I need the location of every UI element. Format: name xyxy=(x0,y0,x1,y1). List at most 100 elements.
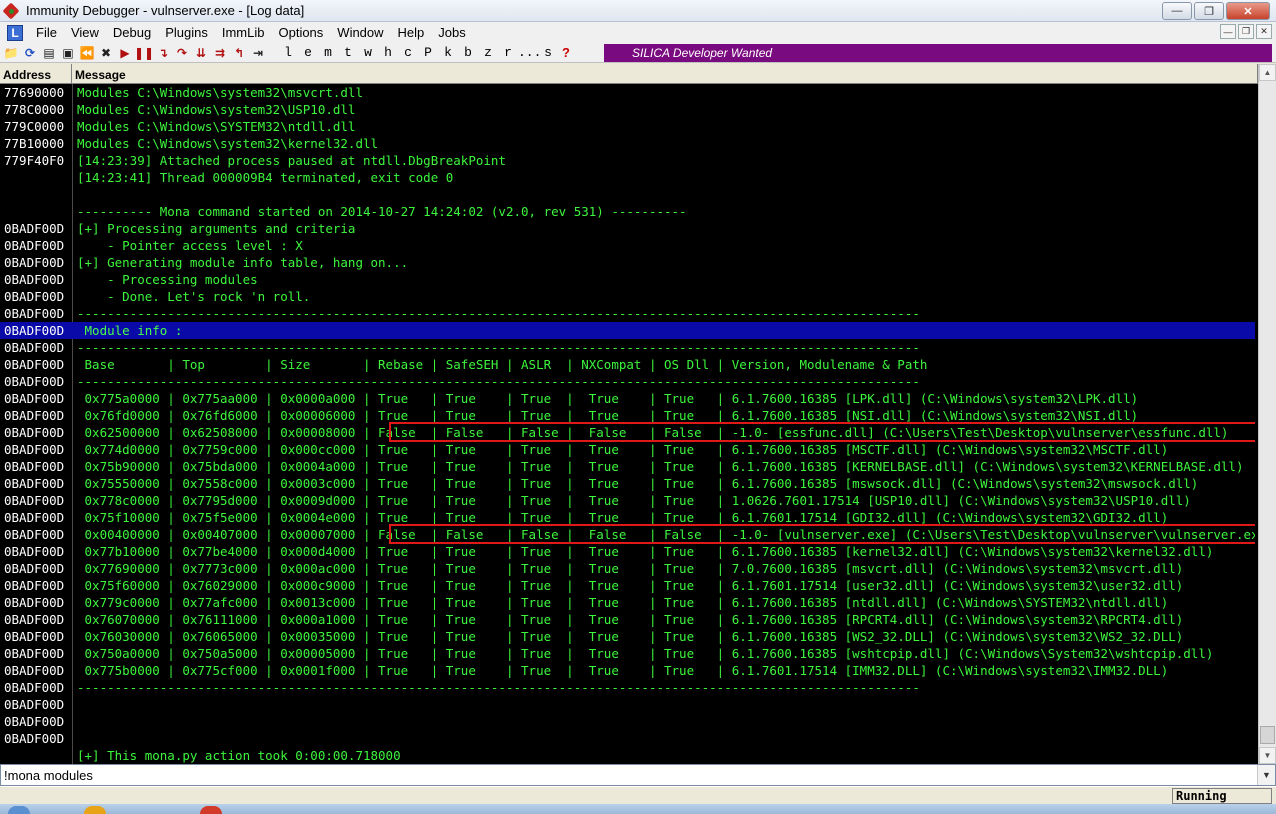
command-input[interactable] xyxy=(1,765,1257,785)
log-row-message: ----------------------------------------… xyxy=(77,340,920,355)
log-row[interactable]: 0BADF00D 0x75550000 | 0x7558c000 | 0x000… xyxy=(0,475,1255,492)
mdi-restore-button[interactable]: ❐ xyxy=(1238,24,1254,39)
step-into-icon[interactable]: ↴ xyxy=(155,45,171,61)
log-row[interactable]: 0BADF00D 0x775b0000 | 0x775cf000 | 0x000… xyxy=(0,662,1255,679)
scroll-down-icon[interactable]: ▼ xyxy=(1259,747,1276,764)
log-row[interactable]: 779F40F0 [14:23:39] Attached process paus… xyxy=(0,152,1255,169)
log-row-selected[interactable]: 0BADF00D Module info : xyxy=(0,322,1255,339)
close-process-icon[interactable]: ✖ xyxy=(98,45,114,61)
minimize-button[interactable]: — xyxy=(1162,2,1192,20)
log-row[interactable]: 0BADF00D 0x75b90000 | 0x75bda000 | 0x000… xyxy=(0,458,1255,475)
trace-into-icon[interactable]: ⇊ xyxy=(193,45,209,61)
restart-icon[interactable]: ⟳ xyxy=(22,45,38,61)
step-over-icon[interactable]: ↷ xyxy=(174,45,190,61)
menu-jobs[interactable]: Jobs xyxy=(431,25,472,40)
log-row[interactable]: 0BADF00D xyxy=(0,713,1255,730)
taskbar-debugger-icon[interactable] xyxy=(200,806,222,814)
log-row[interactable]: 0BADF00D - Done. Let's rock 'n roll. xyxy=(0,288,1255,305)
menu-plugins[interactable]: Plugins xyxy=(158,25,215,40)
log-row[interactable]: 0BADF00D xyxy=(0,730,1255,747)
toolbar-patches-button[interactable]: P xyxy=(418,45,438,60)
mdi-minimize-button[interactable]: — xyxy=(1220,24,1236,39)
log-row[interactable]: 0BADF00D --------------------------------… xyxy=(0,679,1255,696)
log-row[interactable]: 0BADF00D 0x775a0000 | 0x775aa000 | 0x000… xyxy=(0,390,1255,407)
menu-immlib[interactable]: ImmLib xyxy=(215,25,272,40)
toolbar-executable-modules-button[interactable]: e xyxy=(298,45,318,60)
toolbar-handles-button[interactable]: h xyxy=(378,45,398,60)
log-row[interactable]: 0BADF00D - Pointer access level : X xyxy=(0,237,1255,254)
maximize-button[interactable]: ❐ xyxy=(1194,2,1224,20)
run-icon[interactable]: ▶ xyxy=(117,45,133,61)
log-row-address: 0BADF00D xyxy=(4,221,65,236)
scroll-thumb[interactable] xyxy=(1260,726,1275,744)
log-row[interactable]: 0BADF00D --------------------------------… xyxy=(0,305,1255,322)
log-row[interactable]: 0BADF00D 0x75f60000 | 0x76029000 | 0x000… xyxy=(0,577,1255,594)
log-vertical-scrollbar[interactable]: ▲ ▼ xyxy=(1258,64,1276,764)
execute-till-return-icon[interactable]: ↰ xyxy=(231,45,247,61)
address-column-header[interactable]: Address xyxy=(0,64,72,84)
pause-icon[interactable]: ❚❚ xyxy=(134,45,154,61)
log-row[interactable] xyxy=(0,186,1255,203)
toolbar-references-button[interactable]: r xyxy=(498,45,518,60)
log-row[interactable]: 0BADF00D 0x774d0000 | 0x7759c000 | 0x000… xyxy=(0,441,1255,458)
toolbar-source-button[interactable]: s xyxy=(538,45,558,60)
log-row[interactable]: 77B10000 Modules C:\Windows\system32\kern… xyxy=(0,135,1255,152)
toolbar-z-button[interactable]: z xyxy=(478,45,498,60)
log-row[interactable]: 779C0000 Modules C:\Windows\SYSTEM32\ntdl… xyxy=(0,118,1255,135)
go-to-icon[interactable]: ⇥ xyxy=(250,45,266,61)
menu-window[interactable]: Window xyxy=(330,25,390,40)
log-window-icon[interactable]: L xyxy=(7,24,23,41)
toolbar-threads-button[interactable]: t xyxy=(338,45,358,60)
log-row[interactable]: 0BADF00D Base | Top | Size | Rebase | Sa… xyxy=(0,356,1255,373)
menu-view[interactable]: View xyxy=(64,25,106,40)
log-row[interactable]: [+] This mona.py action took 0:00:00.718… xyxy=(0,747,1255,764)
log-row[interactable]: 778C0000 Modules C:\Windows\system32\USP1… xyxy=(0,101,1255,118)
log-row[interactable]: 77690000 Modules C:\Windows\system32\msvc… xyxy=(0,84,1255,101)
log-row[interactable]: 0BADF00D [+] Generating module info table… xyxy=(0,254,1255,271)
mdi-close-button[interactable]: ✕ xyxy=(1256,24,1272,39)
log-row-address: 0BADF00D xyxy=(4,459,65,474)
menu-file[interactable]: File xyxy=(29,25,64,40)
log-row-message: 0x778c0000 | 0x7795d000 | 0x0009d000 | T… xyxy=(77,493,1191,508)
log-row[interactable]: 0BADF00D 0x778c0000 | 0x7795d000 | 0x000… xyxy=(0,492,1255,509)
toolbar-memory-button[interactable]: m xyxy=(318,45,338,60)
log-row[interactable]: 0BADF00D - Processing modules xyxy=(0,271,1255,288)
toolbar-windows-button[interactable]: w xyxy=(358,45,378,60)
command-history-dropdown[interactable]: ▼ xyxy=(1257,765,1275,785)
start-orb-icon[interactable] xyxy=(8,806,30,814)
toolbar-help-button[interactable]: ? xyxy=(558,45,574,60)
close-button[interactable]: ✕ xyxy=(1226,2,1270,20)
menu-debug[interactable]: Debug xyxy=(106,25,158,40)
silica-banner[interactable]: SILICA Developer Wanted xyxy=(604,44,1272,62)
toolbar-run-trace-button[interactable]: ... xyxy=(518,45,541,60)
log-row[interactable]: 0BADF00D 0x76070000 | 0x76111000 | 0x000… xyxy=(0,611,1255,628)
log-row[interactable]: 0BADF00D xyxy=(0,696,1255,713)
log-row[interactable]: 0BADF00D 0x779c0000 | 0x77afc000 | 0x001… xyxy=(0,594,1255,611)
log-row[interactable]: ---------- Mona command started on 2014-… xyxy=(0,203,1255,220)
log-row[interactable]: 0BADF00D --------------------------------… xyxy=(0,339,1255,356)
menu-options[interactable]: Options xyxy=(271,25,330,40)
menu-help[interactable]: Help xyxy=(391,25,432,40)
log-list[interactable]: 77690000 Modules C:\Windows\system32\msvc… xyxy=(0,84,1255,764)
toolbar-call-stack-button[interactable]: k xyxy=(438,45,458,60)
open-folder-icon[interactable]: 📁 xyxy=(3,45,19,61)
message-column-header[interactable]: Message xyxy=(72,64,1258,84)
rewind-icon[interactable]: ⏪ xyxy=(79,45,95,61)
toolbar-breakpoints-button[interactable]: b xyxy=(458,45,478,60)
toolbar-cpu-button[interactable]: c xyxy=(398,45,418,60)
log-row[interactable]: 0BADF00D 0x76030000 | 0x76065000 | 0x000… xyxy=(0,628,1255,645)
attach-icon[interactable]: ▣ xyxy=(60,45,76,61)
log-row[interactable]: 0BADF00D [+] Processing arguments and cri… xyxy=(0,220,1255,237)
log-row[interactable]: 0BADF00D 0x77690000 | 0x7773c000 | 0x000… xyxy=(0,560,1255,577)
chevron-down-icon: ▼ xyxy=(1262,770,1271,780)
log-row[interactable]: 0BADF00D 0x750a0000 | 0x750a5000 | 0x000… xyxy=(0,645,1255,662)
window-icon[interactable]: ▤ xyxy=(41,45,57,61)
log-row[interactable]: [14:23:41] Thread 000009B4 terminated, e… xyxy=(0,169,1255,186)
trace-over-icon[interactable]: ⇉ xyxy=(212,45,228,61)
taskbar-app-icon[interactable] xyxy=(84,806,106,814)
log-row[interactable]: 0BADF00D --------------------------------… xyxy=(0,373,1255,390)
toolbar-log-button[interactable]: l xyxy=(278,45,298,60)
log-row[interactable]: 0BADF00D 0x77b10000 | 0x77be4000 | 0x000… xyxy=(0,543,1255,560)
scroll-up-icon[interactable]: ▲ xyxy=(1259,64,1276,81)
log-row-address: 778C0000 xyxy=(4,102,65,117)
